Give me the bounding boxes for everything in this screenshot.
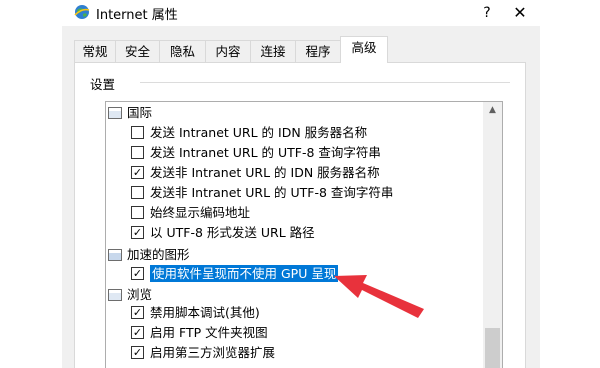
- setting-item[interactable]: ✓ 发送非 Intranet URL 的 IDN 服务器名称: [131, 163, 380, 183]
- category-accelerated-graphics: 加速的图形: [108, 245, 190, 265]
- category-international: 国际: [108, 103, 152, 123]
- setting-label: 以 UTF-8 形式发送 URL 路径: [150, 225, 315, 240]
- window-title: Internet 属性: [96, 8, 178, 23]
- checkbox[interactable]: [131, 186, 144, 199]
- category-label: 加速的图形: [127, 247, 190, 262]
- setting-item[interactable]: 发送非 Intranet URL 的 UTF-8 查询字符串: [131, 183, 393, 203]
- setting-label: 始终显示编码地址: [150, 205, 251, 220]
- setting-item[interactable]: ✓ 启用 FTP 文件夹视图: [131, 323, 268, 343]
- setting-label: 禁用脚本调试(其他): [150, 305, 260, 320]
- graphics-category-icon: [108, 248, 122, 261]
- tab-privacy[interactable]: 隐私: [159, 40, 206, 62]
- setting-label: 启用第三方浏览器扩展: [150, 345, 276, 360]
- setting-label: 发送非 Intranet URL 的 UTF-8 查询字符串: [150, 185, 394, 200]
- tab-security[interactable]: 安全: [115, 40, 160, 62]
- setting-item-software-rendering[interactable]: ✓ 使用软件呈现而不使用 GPU 呈现: [131, 264, 339, 284]
- setting-label: 发送 Intranet URL 的 UTF-8 查询字符串: [150, 145, 381, 160]
- settings-category-icon: [108, 106, 122, 119]
- setting-item[interactable]: 发送 Intranet URL 的 UTF-8 查询字符串: [131, 143, 381, 163]
- checkbox[interactable]: [131, 206, 144, 219]
- checkbox[interactable]: ✓: [131, 267, 144, 280]
- group-divider: [140, 82, 510, 83]
- checkbox[interactable]: ✓: [131, 326, 144, 339]
- checkbox[interactable]: ✓: [131, 166, 144, 179]
- checkbox[interactable]: ✓: [131, 306, 144, 319]
- settings-scrollbar[interactable]: ▲: [483, 102, 502, 368]
- close-button[interactable]: ✕: [500, 0, 540, 26]
- title-bar: Internet 属性 ? ✕: [0, 0, 600, 26]
- checkbox[interactable]: ✓: [131, 226, 144, 239]
- checkbox[interactable]: ✓: [131, 346, 144, 359]
- setting-item[interactable]: ✓ 启用第三方浏览器扩展: [131, 343, 275, 363]
- setting-item[interactable]: ✓ 禁用脚本调试(其他): [131, 303, 260, 323]
- tab-programs[interactable]: 程序: [295, 40, 341, 62]
- tab-content[interactable]: 内容: [205, 40, 251, 62]
- scroll-thumb[interactable]: [485, 328, 500, 368]
- tab-general[interactable]: 常规: [74, 40, 116, 62]
- setting-item[interactable]: 发送 Intranet URL 的 IDN 服务器名称: [131, 123, 367, 143]
- category-browsing: 浏览: [108, 285, 152, 305]
- internet-globe-icon: [74, 5, 90, 19]
- setting-label: 启用 FTP 文件夹视图: [150, 325, 268, 340]
- scroll-up-arrow-icon[interactable]: ▲: [483, 102, 502, 119]
- category-label: 浏览: [127, 287, 153, 302]
- setting-label: 发送 Intranet URL 的 IDN 服务器名称: [150, 125, 368, 140]
- setting-label: 发送非 Intranet URL 的 IDN 服务器名称: [150, 165, 380, 180]
- category-label: 国际: [127, 105, 153, 120]
- setting-item[interactable]: 始终显示编码地址: [131, 203, 250, 223]
- tab-connections[interactable]: 连接: [250, 40, 296, 62]
- setting-label-selected: 使用软件呈现而不使用 GPU 呈现: [150, 265, 339, 282]
- help-button[interactable]: ?: [470, 0, 504, 26]
- settings-category-icon: [108, 288, 122, 301]
- tab-advanced[interactable]: 高级: [340, 36, 388, 63]
- checkbox[interactable]: [131, 126, 144, 139]
- checkbox[interactable]: [131, 146, 144, 159]
- setting-item[interactable]: ✓ 以 UTF-8 形式发送 URL 路径: [131, 223, 315, 243]
- settings-group-label: 设置: [90, 74, 120, 93]
- internet-properties-dialog: Internet 属性 ? ✕ 常规 安全 隐私 内容 连接 程序 高级 设置 …: [0, 0, 600, 368]
